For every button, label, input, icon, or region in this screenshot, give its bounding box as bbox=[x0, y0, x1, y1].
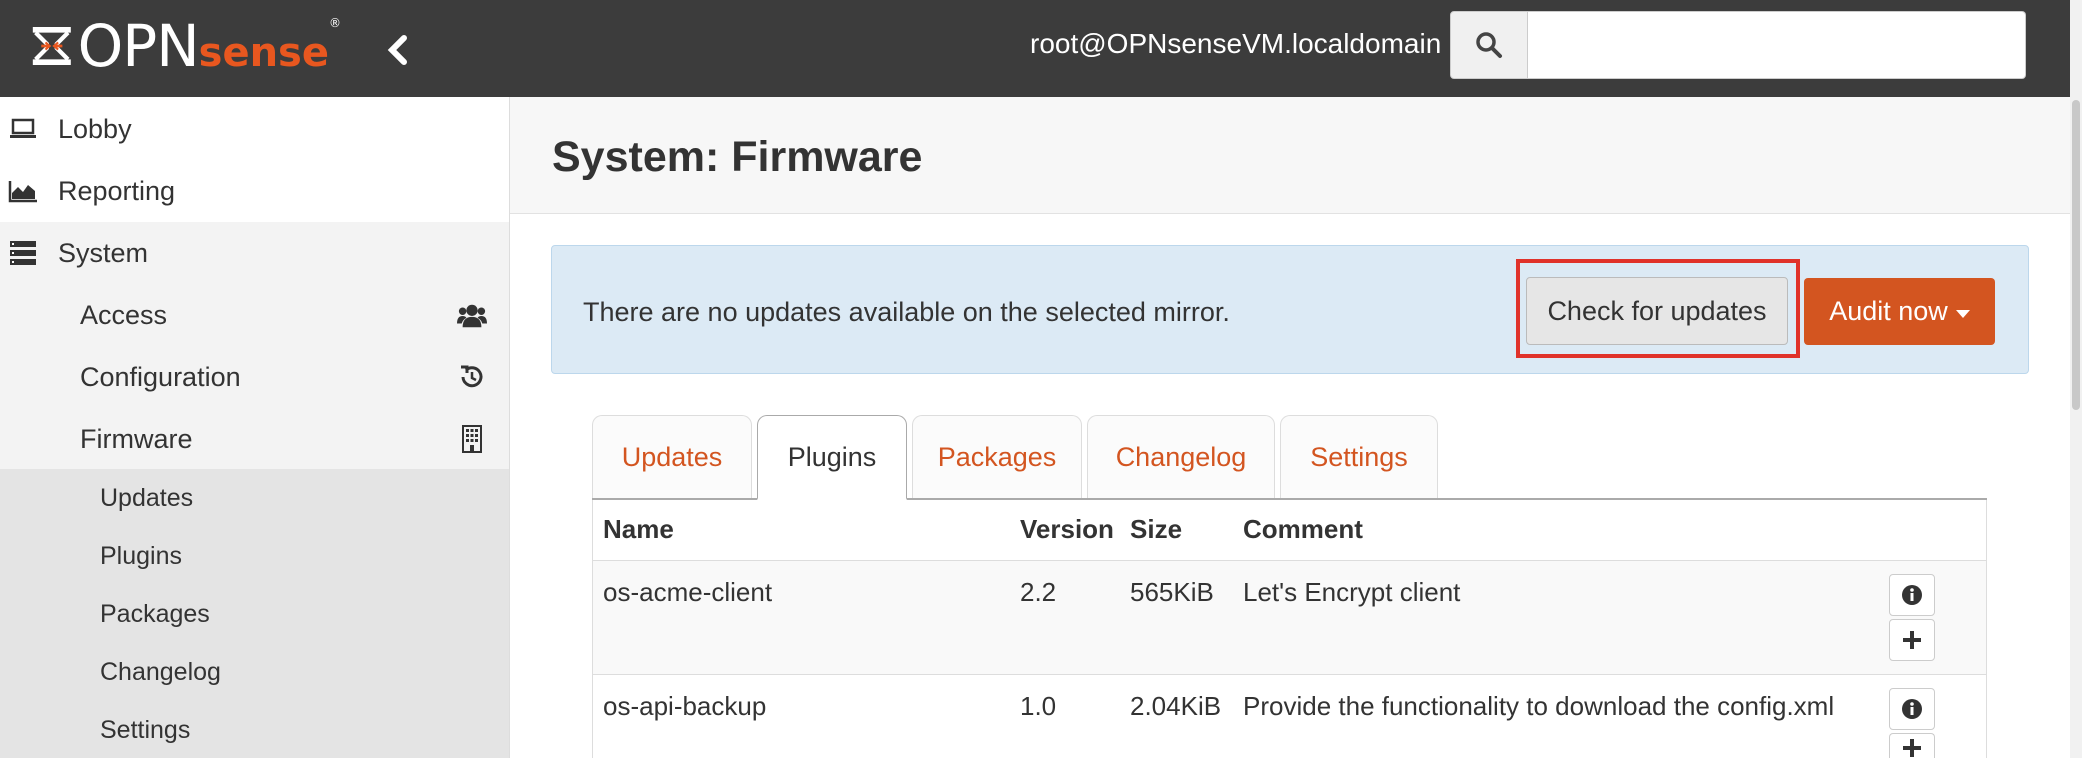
users-icon bbox=[457, 300, 487, 330]
sidebar-item-updates[interactable]: Updates bbox=[0, 469, 509, 527]
sidebar-item-label: Configuration bbox=[80, 361, 241, 392]
info-icon bbox=[1902, 585, 1922, 605]
search-box bbox=[1450, 11, 2026, 79]
sidebar-collapse-button[interactable] bbox=[380, 30, 414, 70]
tab-settings[interactable]: Settings bbox=[1280, 415, 1438, 498]
sidebar-item-packages[interactable]: Packages bbox=[0, 585, 509, 643]
plugin-comment: Provide the functionality to download th… bbox=[1243, 691, 1835, 721]
info-icon bbox=[1902, 699, 1922, 719]
top-navbar: OPNsense® root@OPNsenseVM.localdomain bbox=[0, 0, 2070, 97]
sidebar-item-lobby[interactable]: Lobby bbox=[0, 98, 509, 160]
sidebar-item-configuration[interactable]: Configuration bbox=[0, 346, 509, 408]
logo-opn: OPN bbox=[77, 12, 200, 80]
plugin-size: 565KiB bbox=[1130, 577, 1214, 607]
history-icon bbox=[457, 362, 487, 392]
plugin-name: os-acme-client bbox=[603, 577, 773, 607]
opnsense-logo[interactable]: OPNsense® bbox=[30, 12, 341, 80]
sidebar-item-label: Lobby bbox=[58, 113, 132, 144]
search-icon bbox=[1476, 32, 1502, 58]
audit-now-label: Audit now bbox=[1829, 296, 1948, 326]
scrollbar-thumb[interactable] bbox=[2072, 100, 2080, 410]
sidebar-item-reporting[interactable]: Reporting bbox=[0, 160, 509, 222]
info-button[interactable] bbox=[1889, 688, 1935, 730]
plugin-comment: Let's Encrypt client bbox=[1243, 577, 1461, 607]
plus-icon bbox=[1903, 631, 1921, 649]
sidebar-item-label: Reporting bbox=[58, 175, 176, 206]
column-header-comment: Comment bbox=[1243, 514, 1363, 544]
audit-now-button[interactable]: Audit now bbox=[1804, 278, 1995, 345]
plugin-size: 2.04KiB bbox=[1130, 691, 1222, 721]
plugin-version: 1.0 bbox=[1020, 691, 1057, 721]
info-button[interactable] bbox=[1889, 574, 1935, 616]
sidebar-item-system[interactable]: System bbox=[0, 222, 509, 284]
plus-icon bbox=[1903, 739, 1921, 757]
sidebar-item-label: System bbox=[58, 237, 149, 268]
server-icon bbox=[8, 238, 38, 268]
page-title: System: Firmware bbox=[552, 133, 923, 181]
plugin-name: os-api-backup bbox=[603, 691, 767, 721]
sidebar-item-label: Access bbox=[80, 299, 168, 330]
user-menu[interactable]: root@OPNsenseVM.localdomain bbox=[1030, 28, 1441, 60]
area-chart-icon bbox=[8, 176, 38, 206]
laptop-icon bbox=[8, 114, 38, 144]
sidebar-item-changelog[interactable]: Changelog bbox=[0, 643, 509, 701]
page-scrollbar[interactable] bbox=[2070, 0, 2082, 758]
row-divider bbox=[593, 674, 1986, 675]
alert-message: There are no updates available on the se… bbox=[583, 297, 1230, 327]
logo-sense: sense bbox=[198, 30, 329, 76]
search-button[interactable] bbox=[1450, 11, 1528, 79]
column-header-name: Name bbox=[603, 514, 674, 544]
plugin-version: 2.2 bbox=[1020, 577, 1057, 607]
sidebar-item-settings[interactable]: Settings bbox=[0, 701, 509, 758]
tab-updates[interactable]: Updates bbox=[592, 415, 752, 498]
caret-down-icon bbox=[1955, 309, 1970, 318]
install-button[interactable] bbox=[1889, 733, 1935, 758]
check-for-updates-button[interactable]: Check for updates bbox=[1526, 277, 1788, 345]
building-icon bbox=[457, 424, 487, 454]
sidebar-item-plugins[interactable]: Plugins bbox=[0, 527, 509, 585]
column-header-version: Version bbox=[1020, 514, 1114, 544]
install-button[interactable] bbox=[1889, 619, 1935, 661]
sidebar-item-firmware[interactable]: Firmware bbox=[0, 408, 509, 470]
tab-packages[interactable]: Packages bbox=[912, 415, 1082, 498]
tab-changelog[interactable]: Changelog bbox=[1087, 415, 1275, 498]
opnsense-logo-mark bbox=[32, 27, 71, 65]
sidebar-item-label: Firmware bbox=[80, 423, 193, 454]
chevron-left-icon bbox=[387, 35, 407, 65]
logo-wordmark: OPNsense® bbox=[77, 12, 341, 80]
tab-plugins[interactable]: Plugins bbox=[757, 415, 907, 500]
sidebar-item-access[interactable]: Access bbox=[0, 284, 509, 346]
search-input[interactable] bbox=[1528, 11, 2026, 79]
column-header-size: Size bbox=[1130, 514, 1183, 544]
